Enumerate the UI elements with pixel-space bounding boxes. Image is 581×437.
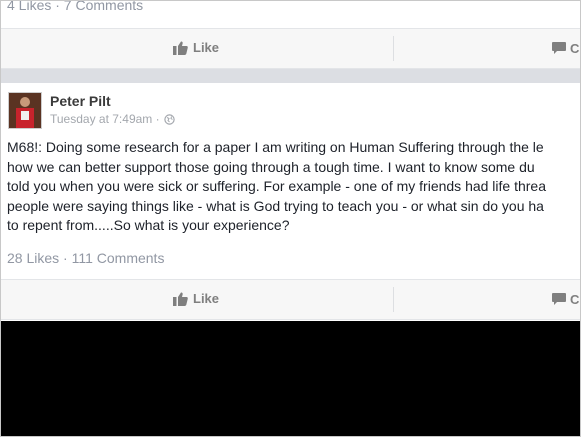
post-text-line: told you when you were sick or suffering… bbox=[7, 178, 547, 194]
post-text-line: how we can better support those going th… bbox=[7, 158, 535, 175]
comment-label: C bbox=[570, 292, 580, 307]
top-post-stats[interactable]: 4 Likes · 7 Comments bbox=[7, 1, 143, 13]
like-button[interactable]: Like bbox=[173, 40, 219, 55]
comment-label: C bbox=[570, 41, 580, 56]
action-divider bbox=[393, 36, 394, 61]
avatar-photo bbox=[9, 93, 41, 128]
post-separator bbox=[1, 69, 580, 83]
globe-icon bbox=[163, 113, 175, 125]
post-text-line: M68!: Doing some research for a paper I … bbox=[7, 139, 544, 155]
post-meta: Tuesday at 7:49am · bbox=[50, 112, 175, 126]
thumbs-up-icon bbox=[173, 292, 188, 306]
post-action-bar: Like C bbox=[1, 279, 580, 320]
like-label: Like bbox=[193, 291, 220, 306]
screenshot-frame: 4 Likes · 7 Comments Like C Peter Pilt T… bbox=[0, 0, 581, 437]
comment-button[interactable]: C bbox=[552, 292, 579, 307]
post-timestamp[interactable]: Tuesday at 7:49am · bbox=[50, 112, 160, 126]
black-area bbox=[1, 321, 580, 436]
like-button[interactable]: Like bbox=[173, 291, 219, 306]
thumbs-up-icon bbox=[173, 41, 188, 55]
action-divider bbox=[393, 287, 394, 312]
post-stats[interactable]: 28 Likes · 111 Comments bbox=[7, 250, 164, 266]
post-text-line: people were saying things like - what is… bbox=[7, 197, 544, 214]
comment-icon bbox=[552, 293, 566, 305]
post-author[interactable]: Peter Pilt bbox=[50, 93, 111, 109]
post-body: M68!: Doing some research for a paper I … bbox=[7, 138, 580, 236]
like-label: Like bbox=[193, 40, 220, 55]
feed: 4 Likes · 7 Comments Like C Peter Pilt T… bbox=[1, 1, 580, 321]
post-text-line: to repent from.....So what is your exper… bbox=[7, 217, 290, 233]
comment-icon bbox=[552, 42, 566, 54]
comment-button[interactable]: C bbox=[552, 41, 579, 56]
top-post-action-bar: Like C bbox=[1, 28, 580, 69]
avatar[interactable] bbox=[8, 92, 42, 129]
